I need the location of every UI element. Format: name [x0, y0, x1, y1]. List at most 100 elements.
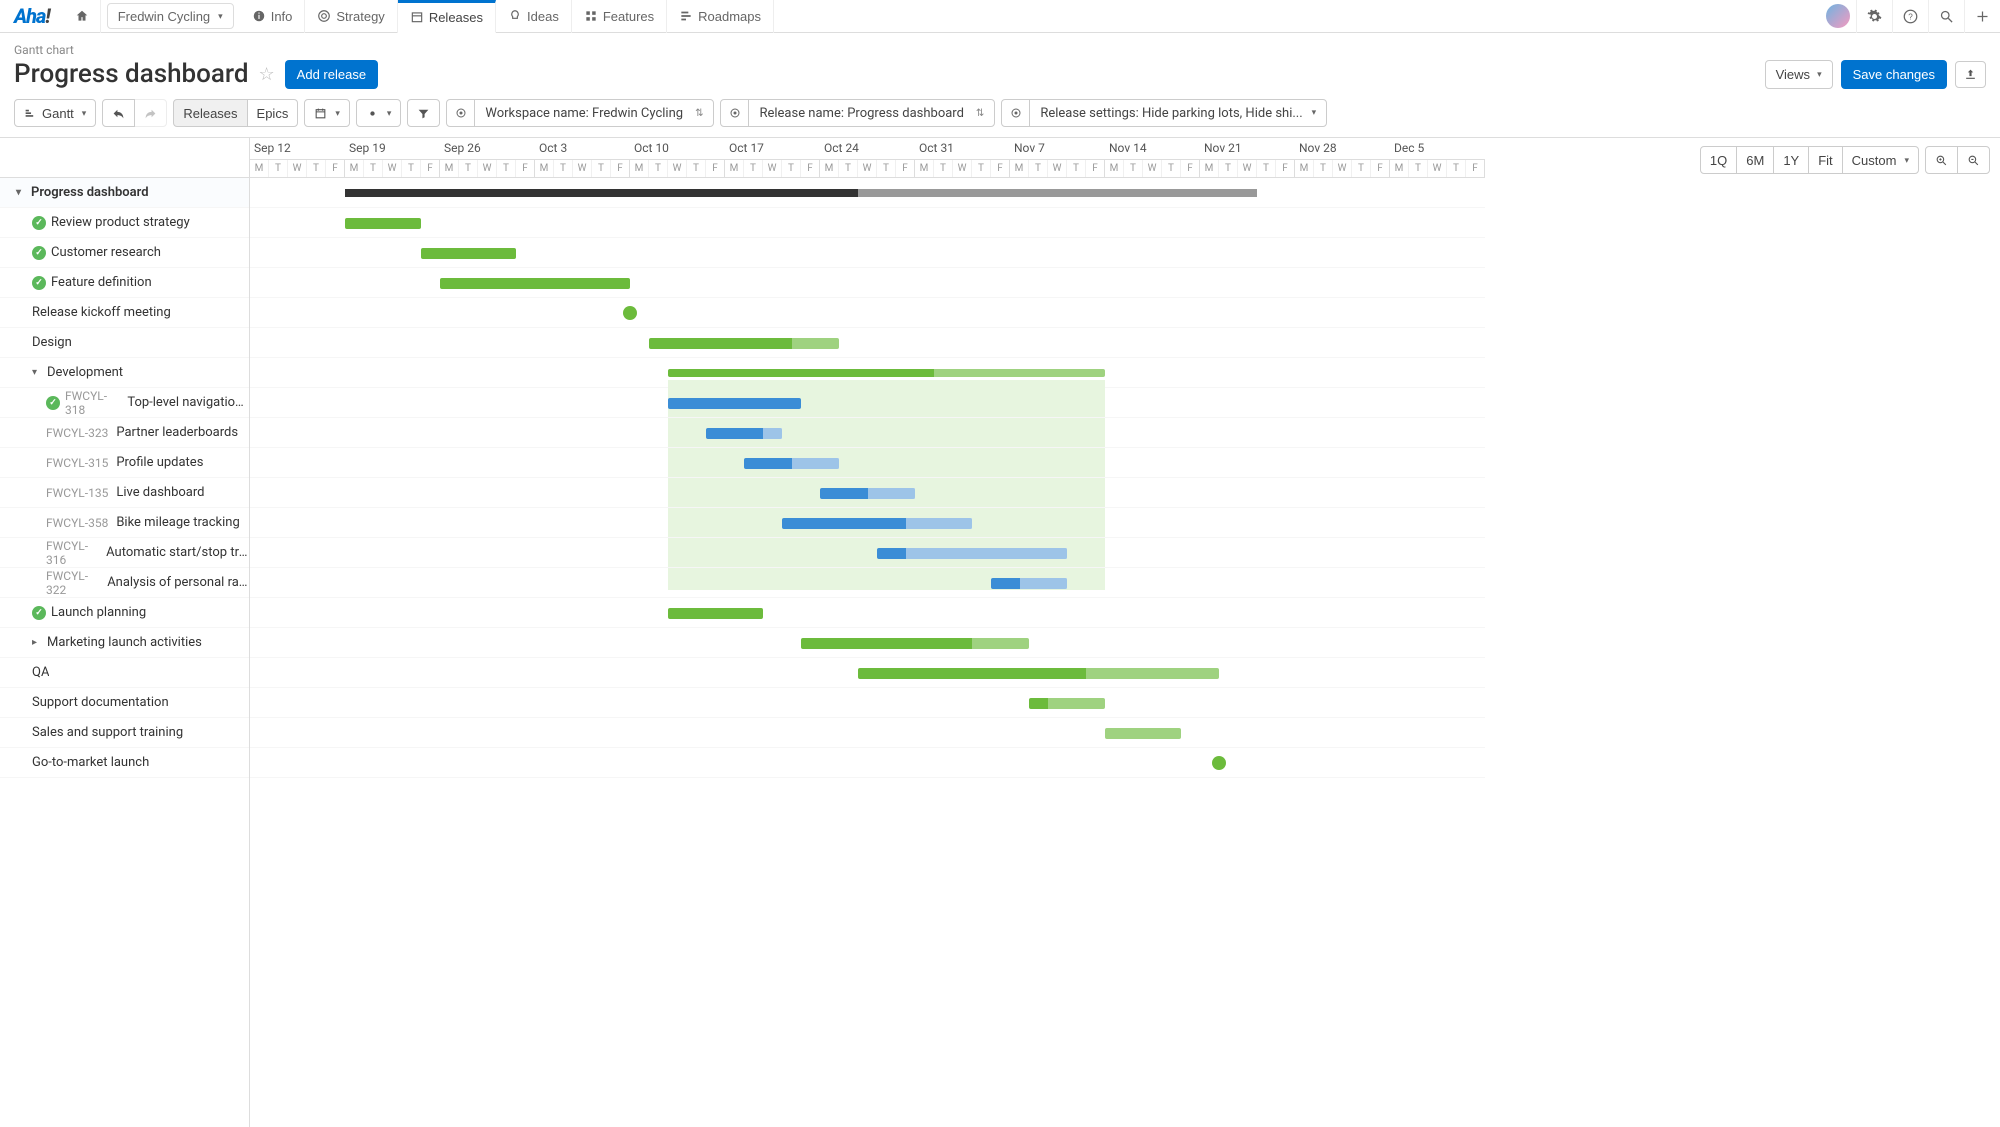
help-icon[interactable]: ?	[1892, 0, 1928, 33]
timeline-row[interactable]	[250, 298, 1485, 328]
gantt-bar[interactable]	[744, 458, 839, 469]
timeline-row[interactable]	[250, 208, 1485, 238]
gantt-bar[interactable]	[668, 608, 763, 619]
calendar-button[interactable]	[304, 99, 350, 127]
views-button[interactable]: Views	[1765, 60, 1833, 89]
task-row[interactable]: FWCYL-322Analysis of personal race g...	[0, 568, 249, 598]
gantt-bar[interactable]	[440, 278, 630, 289]
gear-icon[interactable]	[1856, 0, 1892, 33]
timeline-row[interactable]	[250, 478, 1485, 508]
nav-tab-roadmaps[interactable]: Roadmaps	[667, 0, 774, 33]
task-row[interactable]: Go-to-market launch	[0, 748, 249, 778]
zoom-6m[interactable]: 6M	[1736, 146, 1774, 174]
gantt-bar[interactable]	[782, 518, 972, 529]
timeline-row[interactable]	[250, 568, 1485, 598]
gantt-bar[interactable]	[1029, 698, 1105, 709]
workspace-selector[interactable]: Fredwin Cycling	[107, 3, 234, 29]
task-row[interactable]: FWCYL-316Automatic start/stop tracking	[0, 538, 249, 568]
timeline-row[interactable]	[250, 268, 1485, 298]
gantt-bar[interactable]	[820, 488, 915, 499]
task-row[interactable]: Design	[0, 328, 249, 358]
release-filter-pill[interactable]: Release name: Progress dashboard	[720, 99, 995, 127]
chevron-down-icon[interactable]: ▾	[16, 187, 26, 198]
milestone-icon[interactable]	[1212, 756, 1226, 770]
task-row[interactable]: ▾Development	[0, 358, 249, 388]
timeline-row[interactable]	[250, 358, 1485, 388]
gantt-bar[interactable]	[345, 218, 421, 229]
zoom-fit[interactable]: Fit	[1808, 146, 1842, 174]
gantt-bar[interactable]	[991, 578, 1067, 589]
logo[interactable]: Aha!	[0, 4, 64, 28]
share-icon[interactable]	[1955, 61, 1986, 88]
task-row[interactable]: FWCYL-315Profile updates	[0, 448, 249, 478]
epics-filter-button[interactable]: Epics	[247, 99, 299, 127]
chevron-down-icon[interactable]: ▾	[32, 367, 42, 378]
zoom-in-icon[interactable]	[1925, 146, 1958, 174]
timeline-row[interactable]	[250, 178, 1485, 208]
timeline-row[interactable]	[250, 448, 1485, 478]
gantt-bar[interactable]	[1105, 728, 1181, 739]
timeline-row[interactable]	[250, 748, 1485, 778]
task-row[interactable]: ▾Progress dashboard	[0, 178, 249, 208]
timeline-row[interactable]	[250, 538, 1485, 568]
save-changes-button[interactable]: Save changes	[1841, 60, 1947, 89]
zoom-custom[interactable]: Custom	[1842, 146, 1919, 174]
star-icon[interactable]: ☆	[259, 64, 275, 85]
search-icon[interactable]	[1928, 0, 1964, 33]
settings-button[interactable]	[356, 99, 402, 127]
zoom-out-icon[interactable]	[1957, 146, 1990, 174]
task-row[interactable]: Review product strategy	[0, 208, 249, 238]
gantt-bar[interactable]	[668, 398, 801, 409]
gantt-bar[interactable]	[877, 548, 1067, 559]
undo-icon[interactable]	[102, 99, 135, 127]
gantt-view-button[interactable]: Gantt	[14, 99, 96, 127]
timeline-row[interactable]	[250, 328, 1485, 358]
timeline-row[interactable]	[250, 718, 1485, 748]
zoom-1q[interactable]: 1Q	[1700, 146, 1737, 174]
avatar[interactable]	[1826, 4, 1850, 28]
milestone-icon[interactable]	[623, 306, 637, 320]
task-row[interactable]: FWCYL-323Partner leaderboards	[0, 418, 249, 448]
filter-icon[interactable]	[407, 99, 440, 127]
gantt-bar[interactable]	[649, 338, 839, 349]
gantt-bar[interactable]	[801, 638, 1029, 649]
timeline-row[interactable]	[250, 628, 1485, 658]
task-row[interactable]: FWCYL-318Top-level navigation re...	[0, 388, 249, 418]
home-icon[interactable]	[64, 0, 101, 33]
nav-tab-releases[interactable]: Releases	[398, 0, 496, 33]
task-row[interactable]: FWCYL-358Bike mileage tracking	[0, 508, 249, 538]
task-row[interactable]: QA	[0, 658, 249, 688]
task-row[interactable]: Support documentation	[0, 688, 249, 718]
add-icon[interactable]	[1964, 0, 2000, 33]
timeline-row[interactable]	[250, 508, 1485, 538]
timeline-row[interactable]	[250, 598, 1485, 628]
redo-icon[interactable]	[134, 99, 167, 127]
nav-tab-strategy[interactable]: Strategy	[305, 0, 397, 33]
timeline-row[interactable]	[250, 238, 1485, 268]
add-release-button[interactable]: Add release	[285, 60, 378, 89]
gantt-bar[interactable]	[858, 668, 1219, 679]
task-row[interactable]: Feature definition	[0, 268, 249, 298]
chevron-right-icon[interactable]: ▸	[32, 637, 42, 648]
nav-tab-ideas[interactable]: Ideas	[496, 0, 572, 33]
gantt-bar[interactable]	[421, 248, 516, 259]
gantt-bar[interactable]	[345, 189, 1257, 197]
task-row[interactable]: FWCYL-135Live dashboard	[0, 478, 249, 508]
task-row[interactable]: Release kickoff meeting	[0, 298, 249, 328]
timeline-row[interactable]	[250, 418, 1485, 448]
nav-tab-features[interactable]: Features	[572, 0, 667, 33]
workspace-filter-pill[interactable]: Workspace name: Fredwin Cycling	[446, 99, 714, 127]
task-row[interactable]: ▸Marketing launch activities	[0, 628, 249, 658]
timeline-row[interactable]	[250, 388, 1485, 418]
gantt-bar[interactable]	[668, 369, 1105, 377]
timeline-row[interactable]	[250, 658, 1485, 688]
nav-tab-info[interactable]: Info	[240, 0, 306, 33]
task-row[interactable]: Sales and support training	[0, 718, 249, 748]
timeline-row[interactable]	[250, 688, 1485, 718]
timeline[interactable]: Sep 12Sep 19Sep 26Oct 3Oct 10Oct 17Oct 2…	[250, 138, 2000, 1127]
release-settings-pill[interactable]: Release settings: Hide parking lots, Hid…	[1001, 99, 1327, 127]
releases-filter-button[interactable]: Releases	[173, 99, 247, 127]
task-row[interactable]: Launch planning	[0, 598, 249, 628]
task-row[interactable]: Customer research	[0, 238, 249, 268]
gantt-bar[interactable]	[706, 428, 782, 439]
